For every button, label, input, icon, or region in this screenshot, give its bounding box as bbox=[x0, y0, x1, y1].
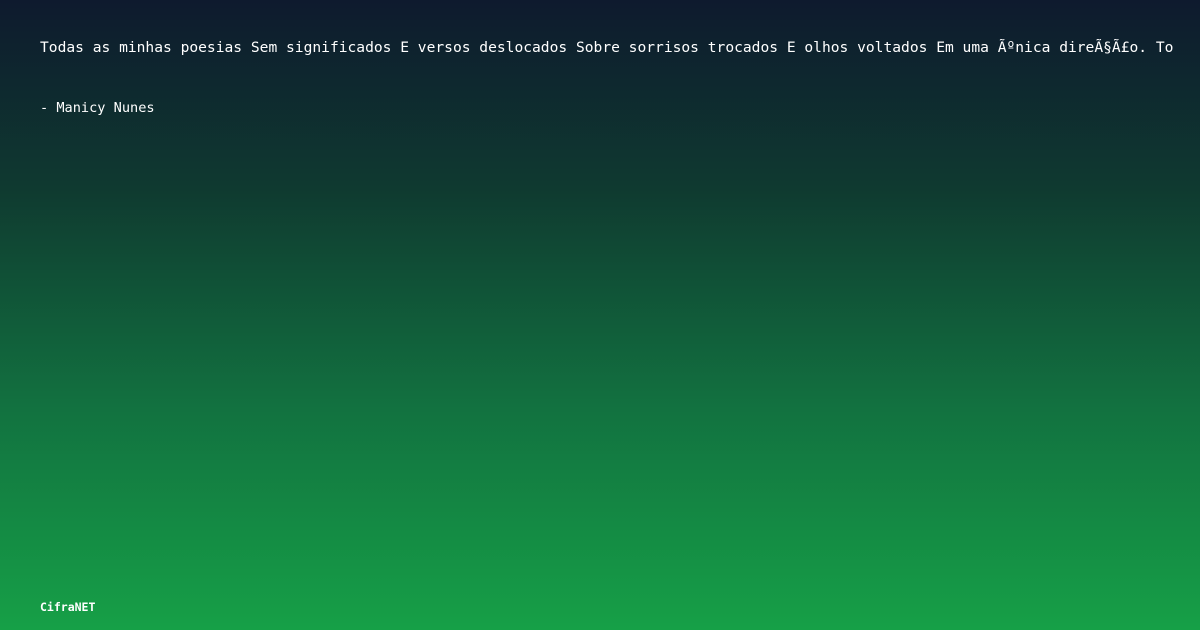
quote-author: - Manicy Nunes bbox=[40, 100, 155, 116]
brand-logo-text: CifraNET bbox=[40, 600, 96, 614]
quote-text: Todas as minhas poesias Sem significados… bbox=[40, 39, 1174, 56]
quote-card: { "quote": { "text": "Todas as minhas po… bbox=[0, 0, 1200, 630]
